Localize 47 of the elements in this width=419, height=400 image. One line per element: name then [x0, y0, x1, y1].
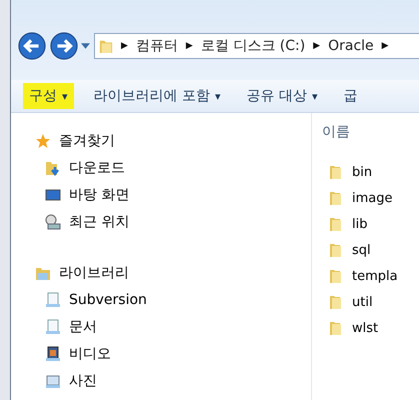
folder-icon	[328, 268, 344, 284]
folder-icon	[328, 242, 344, 258]
folder-icon	[328, 164, 344, 180]
folder-name[interactable]: util	[352, 294, 373, 310]
sidebar-item[interactable]: 최근 위치	[11, 208, 311, 235]
breadcrumb-arrow[interactable]: ▶	[186, 41, 193, 51]
recent-pages-dropdown[interactable]	[81, 43, 90, 49]
folder-icon	[328, 216, 344, 232]
toolbar-menu-button[interactable]: 라이브러리에 포함 ▾	[88, 83, 227, 109]
sidebar-item[interactable]: 다운로드	[11, 154, 311, 181]
folder-icon	[328, 294, 344, 310]
column-header[interactable]: 이름	[322, 113, 419, 159]
folder-icon	[328, 190, 344, 206]
download-folder-icon	[45, 160, 61, 176]
sidebar-item[interactable]: Subversion	[11, 286, 311, 313]
folder-name[interactable]: wlst	[352, 320, 378, 336]
folder-name[interactable]: sql	[352, 242, 371, 258]
film-icon	[45, 346, 61, 362]
folder-name[interactable]: templa	[352, 268, 398, 284]
folder-name[interactable]: bin	[352, 164, 372, 180]
desktop-icon	[45, 186, 61, 202]
breadcrumb-item[interactable]: 컴퓨터	[136, 37, 178, 55]
sidebar-item[interactable]: 사진	[11, 367, 311, 394]
forward-button[interactable]	[49, 31, 79, 61]
sidebar-item[interactable]: 바탕 화면	[11, 181, 311, 208]
toolbar-menu-button[interactable]: 공유 대상 ▾	[240, 83, 324, 109]
folder-icon	[328, 320, 344, 336]
back-button[interactable]	[17, 31, 47, 61]
folder-name[interactable]: image	[352, 190, 392, 206]
document-icon	[45, 292, 61, 308]
sidebar-item[interactable]: 비디오	[11, 340, 311, 367]
breadcrumb-arrow[interactable]: ▶	[382, 41, 389, 51]
sidebar-group[interactable]: 즐겨찾기	[11, 127, 311, 154]
breadcrumb-arrow[interactable]: ▶	[313, 41, 320, 51]
sidebar-group[interactable]: 라이브러리	[11, 259, 311, 286]
folder-name[interactable]: lib	[352, 216, 368, 232]
breadcrumb-item[interactable]: 로컬 디스크 (C:)	[200, 37, 306, 55]
breadcrumb-item[interactable]: Oracle	[328, 38, 374, 54]
document-icon	[45, 318, 61, 334]
picture-icon	[45, 372, 61, 388]
address-bar[interactable]: ▶ 컴퓨터 ▶ 로컬 디스크 (C:) ▶ Oracle ▶	[94, 33, 419, 59]
sidebar-item[interactable]: 문서	[11, 313, 311, 340]
toolbar-menu-button[interactable]: 굽	[338, 83, 364, 109]
breadcrumb-arrow[interactable]: ▶	[121, 41, 128, 51]
star-icon	[35, 132, 51, 148]
toolbar-menu-button[interactable]: 구성 ▾	[23, 83, 74, 109]
recent-places-icon	[45, 214, 61, 230]
